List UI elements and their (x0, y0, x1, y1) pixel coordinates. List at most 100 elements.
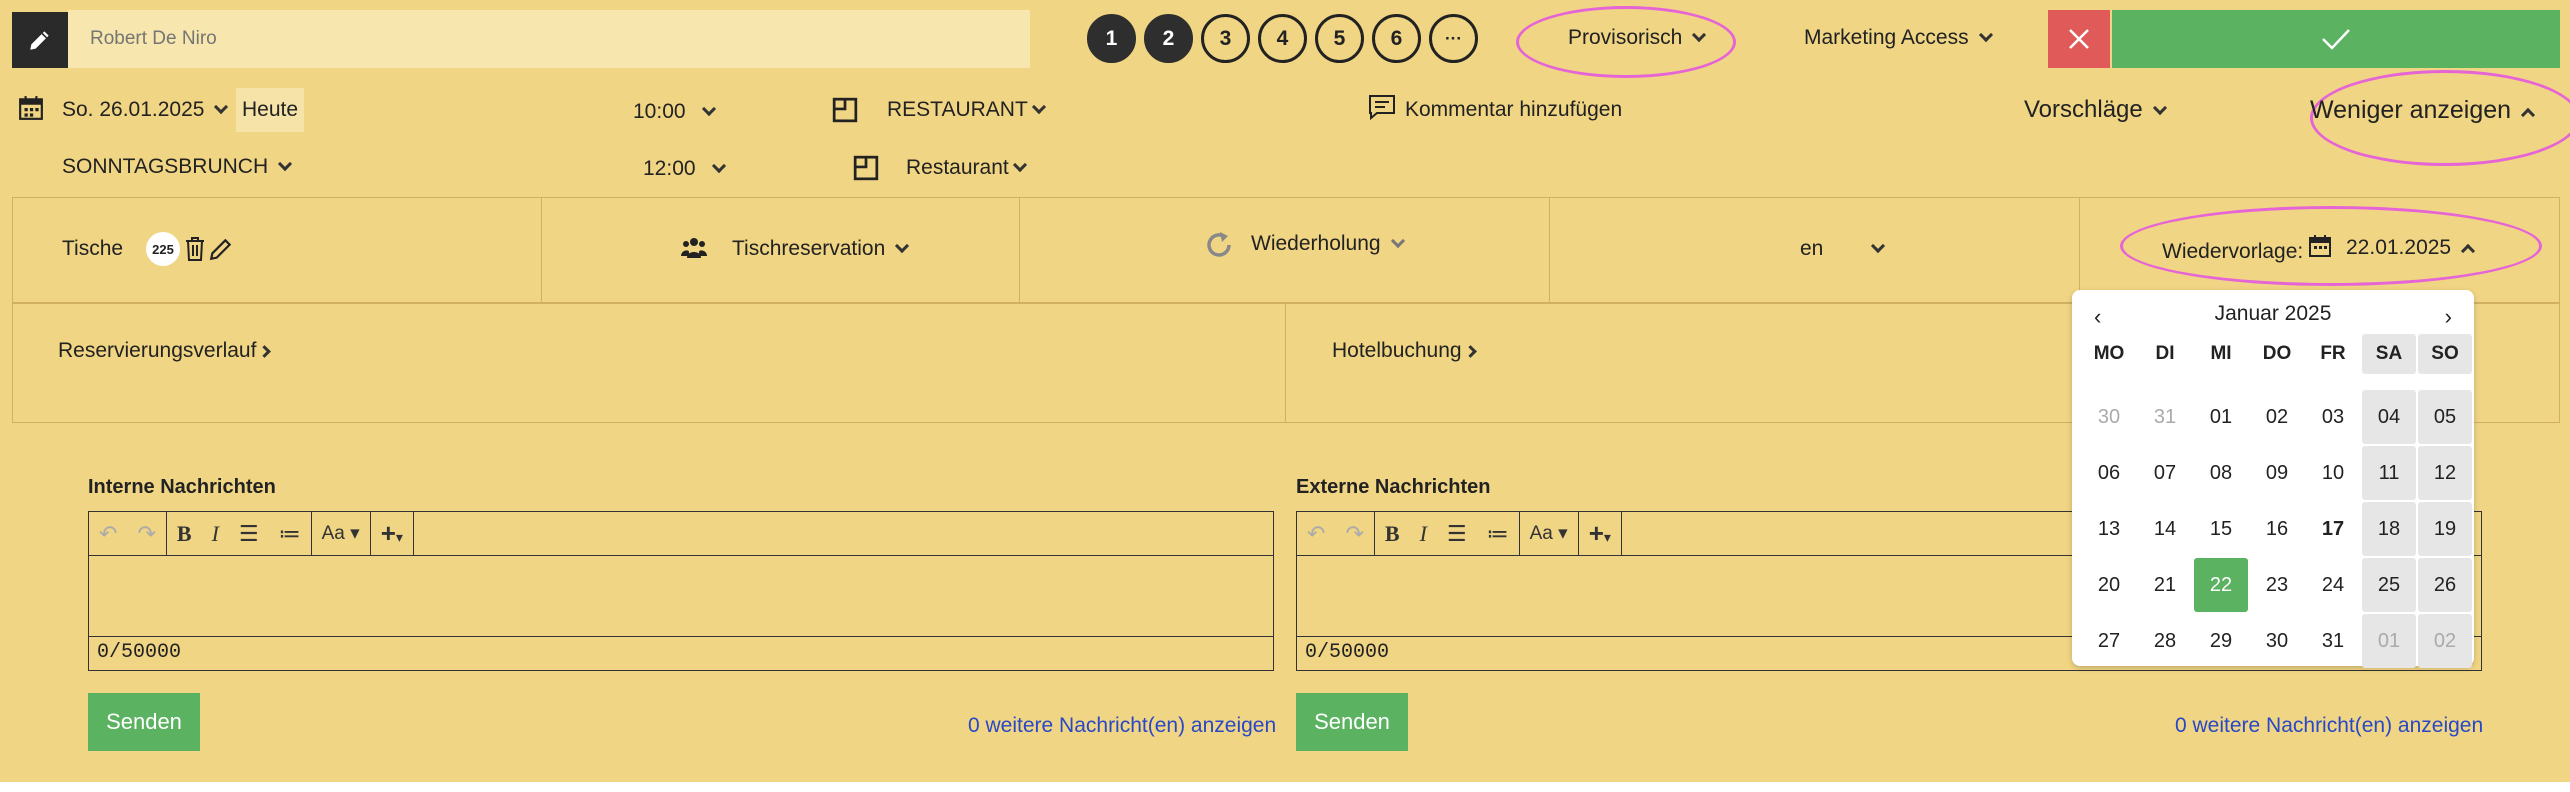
start-time-dropdown[interactable]: 10:00 (633, 100, 716, 124)
font-size-dropdown[interactable]: Aa ▾ (322, 522, 360, 545)
italic-icon[interactable]: I (1420, 521, 1427, 547)
hotel-booking-link[interactable]: Hotelbuchung (1332, 339, 1477, 363)
step-5-button[interactable]: 5 (1315, 14, 1364, 63)
language-dropdown[interactable]: en (1800, 237, 1886, 261)
internal-message-textarea[interactable] (89, 556, 1273, 636)
font-size-dropdown[interactable]: Aa ▾ (1530, 522, 1568, 545)
marketing-access-dropdown[interactable]: Marketing Access (1804, 26, 1993, 50)
step-4-button[interactable]: 4 (1258, 14, 1307, 63)
calendar-day[interactable]: 15 (2194, 502, 2248, 556)
calendar-day[interactable]: 18 (2362, 502, 2416, 556)
date-value: So. 26.01.2025 (62, 98, 205, 121)
redo-icon[interactable]: ↷ (1345, 521, 1363, 547)
calendar-day[interactable]: 16 (2250, 502, 2304, 556)
show-more-internal-link[interactable]: 0 weitere Nachricht(en) anzeigen (968, 714, 1276, 738)
numbered-list-icon[interactable]: ≔ (1487, 521, 1509, 547)
next-month-icon[interactable]: › (2445, 304, 2452, 330)
today-button[interactable]: Heute (236, 88, 304, 132)
calendar-day[interactable]: 17 (2306, 502, 2360, 556)
calendar-day[interactable]: 31 (2138, 390, 2192, 444)
followup-date-dropdown[interactable]: 22.01.2025 (2346, 236, 2476, 260)
calendar-day[interactable]: 08 (2194, 446, 2248, 500)
calendar-day[interactable]: 20 (2082, 558, 2136, 612)
table-number-badge[interactable]: 225 (146, 232, 180, 266)
step-6-button[interactable]: 6 (1372, 14, 1421, 63)
calendar-day[interactable]: 31 (2306, 614, 2360, 668)
calendar-day[interactable]: 28 (2138, 614, 2192, 668)
send-external-button[interactable]: Senden (1296, 693, 1408, 751)
calendar-day[interactable]: 27 (2082, 614, 2136, 668)
confirm-button[interactable] (2112, 10, 2560, 68)
end-time-dropdown[interactable]: 12:00 (643, 157, 726, 181)
calendar-day[interactable]: 10 (2306, 446, 2360, 500)
italic-icon[interactable]: I (212, 521, 219, 547)
calendar-day[interactable]: 24 (2306, 558, 2360, 612)
previous-month-icon[interactable]: ‹ (2094, 304, 2101, 330)
calendar-day[interactable]: 19 (2418, 502, 2472, 556)
calendar-day[interactable]: 13 (2082, 502, 2136, 556)
calendar-day[interactable]: 02 (2418, 614, 2472, 668)
chevron-down-icon (1031, 99, 1046, 115)
calendar-day[interactable]: 22 (2194, 558, 2248, 612)
more-steps-button[interactable]: ··· (1429, 14, 1478, 63)
calendar-day[interactable]: 25 (2362, 558, 2416, 612)
weekday-header: DO (2262, 343, 2292, 364)
undo-icon[interactable]: ↶ (1307, 521, 1325, 547)
reservation-type-dropdown[interactable]: Tischreservation (732, 237, 910, 261)
cancel-button[interactable] (2048, 10, 2110, 68)
add-comment-link[interactable]: Kommentar hinzufügen (1405, 98, 1622, 122)
step-3-button[interactable]: 3 (1201, 14, 1250, 63)
area-dropdown[interactable]: Restaurant (906, 156, 1027, 180)
status-dropdown[interactable]: Provisorisch (1568, 26, 1707, 50)
calendar-day[interactable]: 03 (2306, 390, 2360, 444)
calendar-day[interactable]: 09 (2250, 446, 2304, 500)
bullet-list-icon[interactable]: ☰ (239, 521, 259, 547)
calendar-day[interactable]: 30 (2082, 390, 2136, 444)
send-internal-button[interactable]: Senden (88, 693, 200, 751)
calendar-day[interactable]: 30 (2250, 614, 2304, 668)
bold-icon[interactable]: B (177, 521, 192, 547)
trash-icon[interactable] (184, 236, 206, 262)
calendar-day[interactable]: 07 (2138, 446, 2192, 500)
event-value: SONNTAGSBRUNCH (62, 155, 269, 178)
calendar-day[interactable]: 06 (2082, 446, 2136, 500)
chevron-down-icon (1978, 27, 1993, 43)
venue-dropdown[interactable]: RESTAURANT (887, 98, 1046, 122)
step-2-button[interactable]: 2 (1144, 14, 1193, 63)
calendar-day[interactable]: 02 (2250, 390, 2304, 444)
group-icon (681, 238, 707, 258)
undo-icon[interactable]: ↶ (99, 521, 117, 547)
step-1-button[interactable]: 1 (1087, 14, 1136, 63)
guest-name-input[interactable] (68, 10, 1030, 68)
redo-icon[interactable]: ↷ (137, 521, 155, 547)
calendar-day[interactable]: 05 (2418, 390, 2472, 444)
show-less-toggle[interactable]: Weniger anzeigen (2310, 96, 2536, 125)
calendar-day[interactable]: 01 (2362, 614, 2416, 668)
calendar-day[interactable]: 12 (2418, 446, 2472, 500)
calendar-day[interactable]: 29 (2194, 614, 2248, 668)
reservation-history-link[interactable]: Reservierungsverlauf (58, 339, 272, 363)
divider (541, 197, 542, 303)
chevron-down-icon (1390, 233, 1405, 249)
calendar-day[interactable]: 14 (2138, 502, 2192, 556)
suggestions-label: Vorschläge (2024, 96, 2143, 123)
bold-icon[interactable]: B (1385, 521, 1400, 547)
insert-plus-icon[interactable]: +▾ (381, 518, 403, 549)
insert-plus-icon[interactable]: +▾ (1589, 518, 1611, 549)
calendar-day[interactable]: 01 (2194, 390, 2248, 444)
pencil-icon[interactable] (208, 236, 234, 262)
repeat-dropdown[interactable]: Wiederholung (1251, 232, 1405, 256)
numbered-list-icon[interactable]: ≔ (279, 521, 301, 547)
calendar-day[interactable]: 23 (2250, 558, 2304, 612)
show-more-external-link[interactable]: 0 weitere Nachricht(en) anzeigen (2175, 714, 2483, 738)
event-dropdown[interactable]: SONNTAGSBRUNCH (62, 155, 293, 179)
bullet-list-icon[interactable]: ☰ (1447, 521, 1467, 547)
edit-button[interactable] (12, 12, 68, 68)
calendar-day[interactable]: 21 (2138, 558, 2192, 612)
date-dropdown[interactable]: So. 26.01.2025 (62, 98, 229, 122)
calendar-day[interactable]: 26 (2418, 558, 2472, 612)
marketing-access-label: Marketing Access (1804, 26, 1969, 49)
suggestions-dropdown[interactable]: Vorschläge (2024, 96, 2167, 124)
calendar-day[interactable]: 11 (2362, 446, 2416, 500)
calendar-day[interactable]: 04 (2362, 390, 2416, 444)
